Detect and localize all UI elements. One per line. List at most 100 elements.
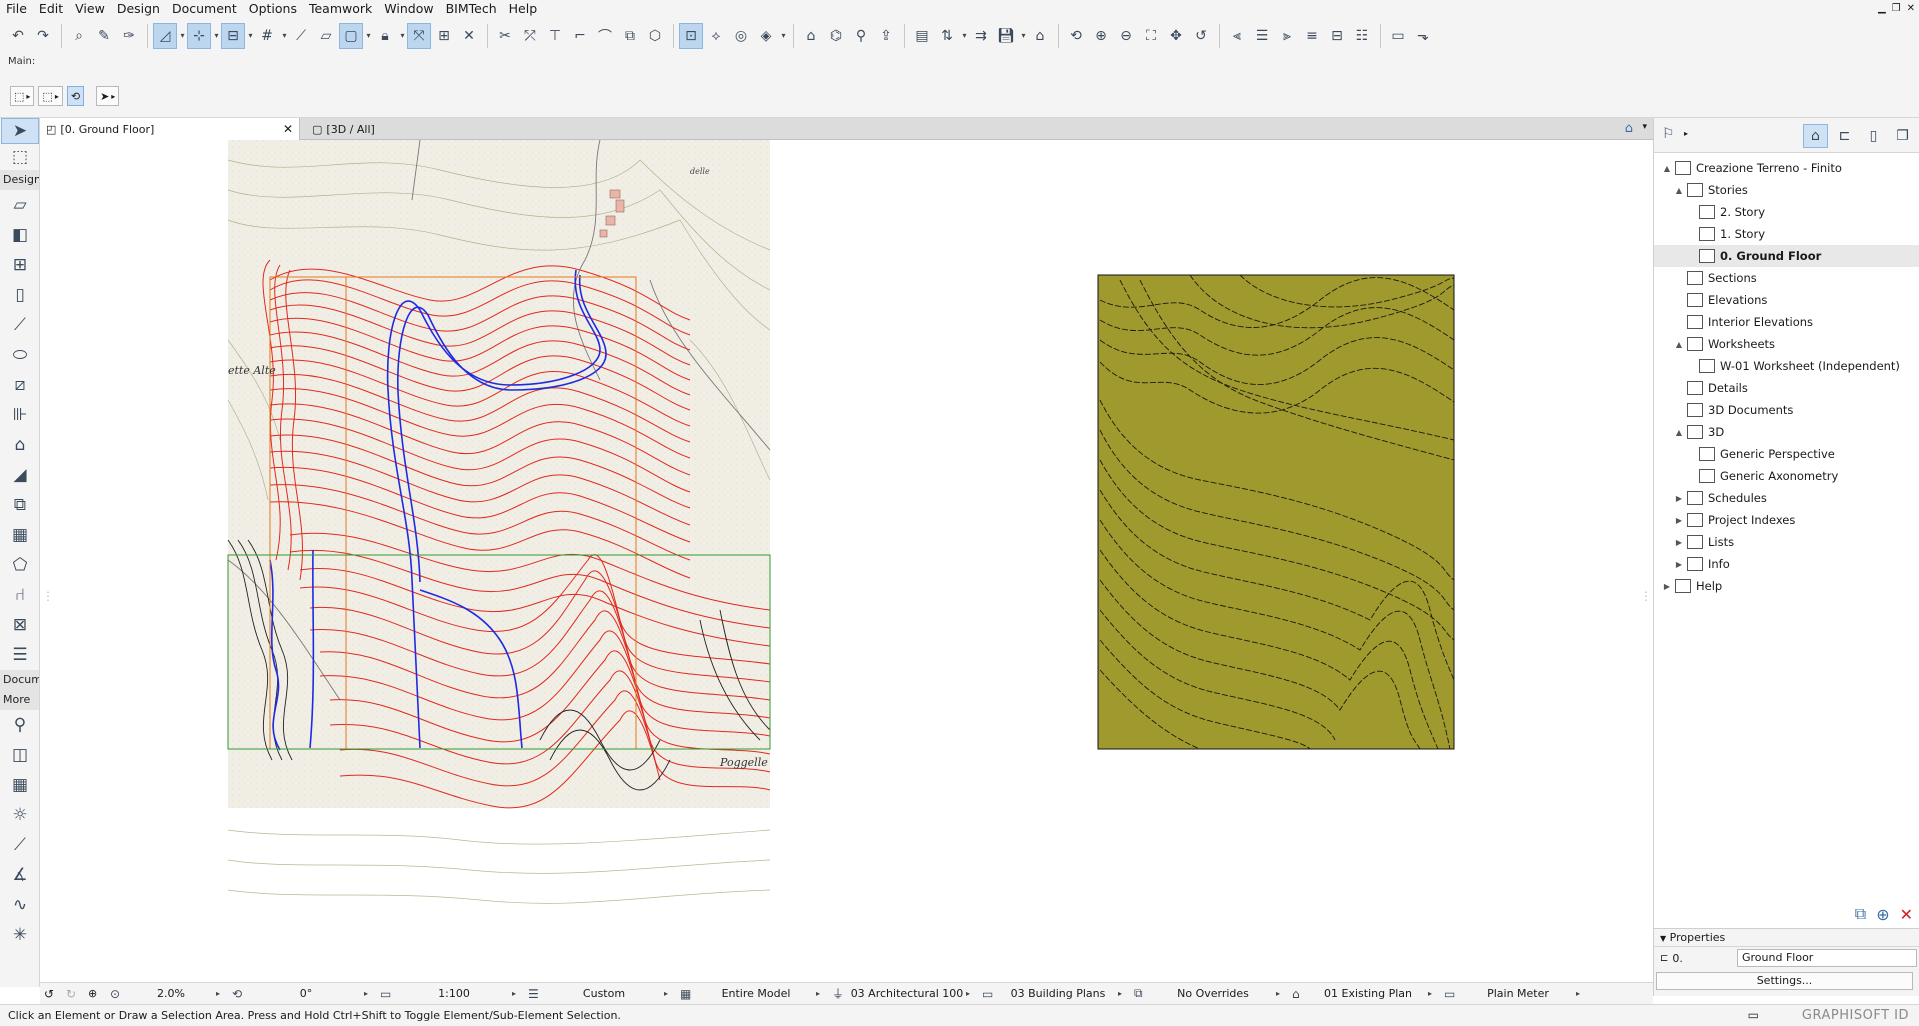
settings-button[interactable]: Settings... <box>1656 972 1913 990</box>
chevron-down-icon[interactable]: ▾ <box>280 23 289 49</box>
collapse-arrow-icon[interactable]: ▲ <box>1662 164 1672 173</box>
building-icon[interactable]: ⌂ <box>799 23 823 49</box>
offset-icon[interactable]: ⧉ <box>618 23 642 49</box>
tree-item[interactable]: ▶ Lists <box>1654 531 1919 553</box>
gravity-icon[interactable]: ⊟ <box>221 22 245 49</box>
camera-tool[interactable]: ◫ <box>0 740 40 770</box>
view-switch-icon[interactable]: ⌂ <box>1625 121 1633 136</box>
save-icon[interactable]: 💾︎ <box>994 23 1018 49</box>
menu-teamwork[interactable]: Teamwork <box>303 0 378 17</box>
grid-snap-icon[interactable]: # <box>255 23 279 49</box>
publish-icon[interactable]: ⇪ <box>874 23 898 49</box>
arrow-tool-button[interactable]: ➤ ▸ <box>96 86 120 106</box>
terrain-mesh[interactable] <box>1097 274 1455 750</box>
slab-tool[interactable]: ⬭ <box>0 340 40 370</box>
panel-toggle-icon[interactable]: ▭ <box>1748 1008 1759 1022</box>
align-center-icon[interactable]: ☰ <box>1250 23 1274 49</box>
pan-icon[interactable]: ✥ <box>1164 23 1188 49</box>
mesh-tool[interactable]: ⧉ <box>0 490 40 520</box>
chevron-down-icon[interactable]: ▾ <box>960 23 969 49</box>
shell-tool[interactable]: ◢ <box>0 460 40 490</box>
menu-view[interactable]: View <box>69 0 111 17</box>
expand-arrow-icon[interactable]: ▶ <box>1674 538 1684 547</box>
chevron-down-icon[interactable]: ▾ <box>398 23 407 49</box>
grid-tool[interactable]: ▦ <box>0 770 40 800</box>
properties-name-field[interactable]: Ground Floor <box>1737 949 1917 967</box>
tree-item[interactable]: 1. Story <box>1654 223 1919 245</box>
stack-icon[interactable]: ☷ <box>1350 23 1374 49</box>
marquee-shape-button[interactable]: ⬚ ▸ <box>38 86 63 106</box>
chevron-down-icon[interactable]: ▾ <box>212 23 221 49</box>
redo-icon[interactable]: ↷ <box>31 23 55 49</box>
tree-item[interactable]: Generic Perspective <box>1654 443 1919 465</box>
shell-icon[interactable]: ◎ <box>729 23 753 49</box>
railing-tool[interactable]: ⊪ <box>0 400 40 430</box>
column-tool[interactable]: ▯ <box>0 280 40 310</box>
elevation-markers-icon[interactable]: ⚲ <box>849 23 873 49</box>
zone-tool[interactable]: ⊠ <box>0 610 40 640</box>
tree-item[interactable]: ▶ Help <box>1654 575 1919 597</box>
renovation-icon[interactable]: ⬎ <box>1411 23 1435 49</box>
graphisoft-id-logo[interactable]: GRAPHISOFT ID <box>1802 1008 1909 1023</box>
tree-item[interactable]: Interior Elevations <box>1654 311 1919 333</box>
minimize-icon[interactable]: ▁ <box>1878 0 1886 17</box>
find-select-icon[interactable]: ⌕ <box>67 23 91 49</box>
dimension-standard-control[interactable]: ▭ Plain Meter ▸ <box>1440 983 1588 1005</box>
zoom-in-control[interactable]: ⊕ <box>84 983 106 1005</box>
layout-book-icon[interactable]: ▯ <box>1861 124 1886 148</box>
selection-method-button[interactable]: ⬚ ▸ <box>10 86 35 106</box>
magic-wand-icon[interactable]: ⤧ <box>407 22 431 49</box>
plan-drawing[interactable]: ette Alte Poggelle delle ⋮ ⋮ <box>40 140 1653 962</box>
menu-design[interactable]: Design <box>111 0 166 17</box>
menu-edit[interactable]: Edit <box>33 0 69 17</box>
graphic-override-control[interactable]: ⧉ No Overrides ▸ <box>1130 983 1288 1005</box>
zoom-control[interactable]: ⊙ 2.0% ▸ <box>106 983 228 1005</box>
undo-zoom-control[interactable]: ↺ <box>40 983 62 1005</box>
expand-arrow-icon[interactable]: ▶ <box>1674 560 1684 569</box>
delete-icon[interactable]: ✕ <box>1900 905 1913 924</box>
tree-item[interactable]: ▲ Worksheets <box>1654 333 1919 355</box>
project-map-icon[interactable]: ⌂ <box>1803 124 1828 148</box>
chevron-right-icon[interactable]: ▸ <box>1684 129 1688 138</box>
terrain-tool[interactable]: ☰ <box>0 640 40 670</box>
morph-icon[interactable]: ◈ <box>754 23 778 49</box>
layout-book-icon[interactable]: ▤ <box>910 23 934 49</box>
layer-combination-control[interactable]: ☰ Custom ▸ <box>524 983 676 1005</box>
angle-dimension-tool[interactable]: ∡ <box>0 860 40 890</box>
curtain-wall-tool[interactable]: ▦ <box>0 520 40 550</box>
window-tool[interactable]: ⊞ <box>0 250 40 280</box>
clone-folder-icon[interactable]: ⧉ <box>1855 904 1866 924</box>
roof-icon[interactable]: ⟡ <box>704 23 728 49</box>
chevron-down-icon[interactable]: ▾ <box>779 23 788 49</box>
publisher-sets-icon[interactable]: ❐ <box>1890 124 1915 148</box>
polyline-tool[interactable]: ⟋ <box>0 830 40 860</box>
structural-display-control[interactable]: ▦ Entire Model ▸ <box>676 983 828 1005</box>
canvas-left-resize-handle[interactable]: ⋮ <box>42 589 54 603</box>
tree-item[interactable]: 0. Ground Floor <box>1654 245 1919 267</box>
tree-item[interactable]: ▶ Schedules <box>1654 487 1919 509</box>
navigator-menu-icon[interactable]: ⚐ <box>1662 126 1675 142</box>
menu-window[interactable]: Window <box>378 0 439 17</box>
teamwork-send-icon[interactable]: ⇅ <box>935 23 959 49</box>
zoom-out-icon[interactable]: ⊖ <box>1114 23 1138 49</box>
tree-item[interactable]: ▲ 3D <box>1654 421 1919 443</box>
chevron-down-icon[interactable]: ▾ <box>1642 122 1647 132</box>
curve-icon[interactable]: ⌒ <box>593 23 617 49</box>
menu-document[interactable]: Document <box>166 0 243 17</box>
floor-plan-canvas[interactable]: ette Alte Poggelle delle ⋮ ⋮ <box>40 140 1653 962</box>
tree-item[interactable]: 3D Documents <box>1654 399 1919 421</box>
reserve-icon[interactable]: ⇉ <box>969 23 993 49</box>
tree-item[interactable]: Sections <box>1654 267 1919 289</box>
tree-item[interactable]: ▲ Creazione Terreno - Finito <box>1654 157 1919 179</box>
hotspot-tool[interactable]: ⚲ <box>0 710 40 740</box>
morph-tool[interactable]: ⬠ <box>0 550 40 580</box>
beam-tool[interactable]: ⟋ <box>0 310 40 340</box>
tree-item[interactable]: 2. Story <box>1654 201 1919 223</box>
tree-item[interactable]: Details <box>1654 377 1919 399</box>
arrange-icon[interactable]: ⊟ <box>1325 23 1349 49</box>
fit-window-icon[interactable]: ⛶ <box>1139 23 1163 49</box>
inject-icon[interactable]: ✑ <box>117 23 141 49</box>
toolbox-design-header[interactable]: Design <box>0 170 39 190</box>
tree-item[interactable]: W-01 Worksheet (Independent) <box>1654 355 1919 377</box>
tree-item[interactable]: ▶ Info <box>1654 553 1919 575</box>
